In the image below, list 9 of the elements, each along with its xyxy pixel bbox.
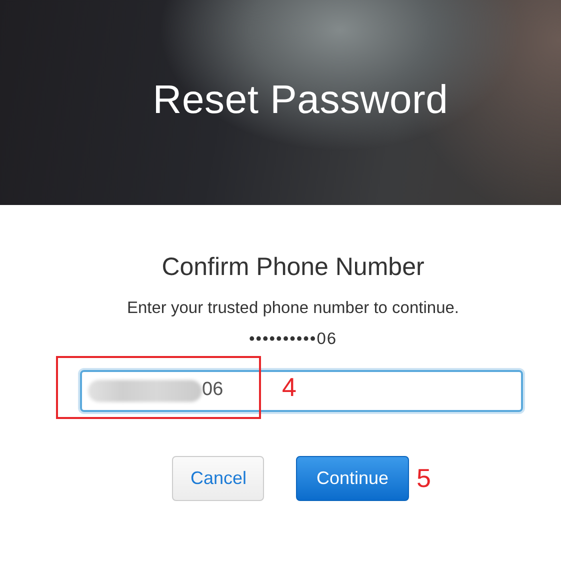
field-value: 06 bbox=[202, 378, 224, 402]
dialog-heading: Confirm Phone Number bbox=[160, 252, 426, 282]
masked-phone-number: ••••••••••06 bbox=[248, 328, 338, 350]
cancel-button[interactable]: Cancel bbox=[172, 456, 264, 500]
step-number: 4 bbox=[282, 374, 296, 400]
page-title: Reset Password bbox=[152, 76, 448, 124]
step-number: 5 bbox=[416, 464, 432, 490]
instruction-text: Enter your trusted phone number to continue. bbox=[126, 298, 460, 319]
continue-button[interactable]: Continue bbox=[296, 456, 409, 500]
